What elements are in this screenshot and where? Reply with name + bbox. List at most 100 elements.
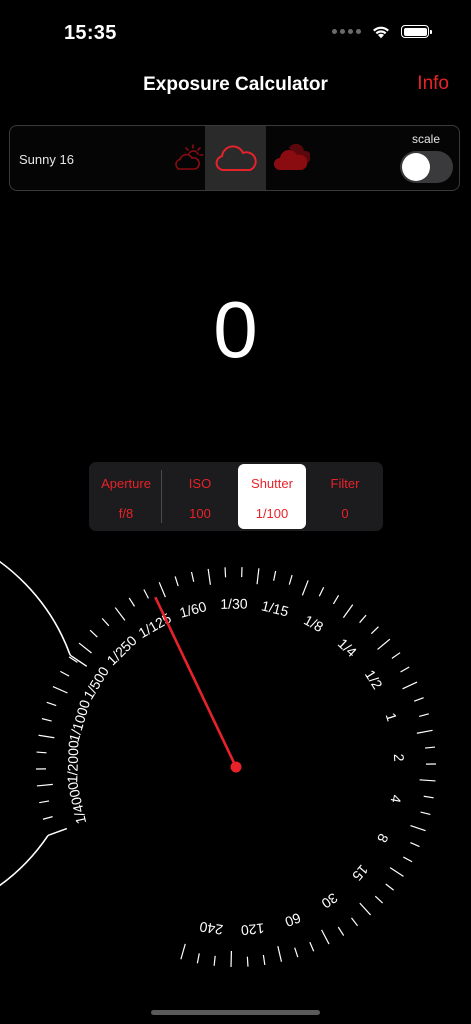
dial-tick	[89, 629, 98, 638]
dial-tick	[410, 825, 426, 832]
dial-label: 30	[319, 890, 341, 912]
dial-tick	[78, 642, 92, 654]
segment-filter[interactable]: Filter 0	[309, 464, 381, 529]
dial-label: 1/60	[178, 598, 209, 621]
dial-tick	[39, 800, 50, 804]
cloud-outline-icon	[215, 145, 257, 171]
dial-tick	[207, 568, 211, 585]
segment-shutter[interactable]: Shutter 1/100	[238, 464, 306, 529]
dial-tick	[158, 582, 166, 598]
dial-tick	[47, 829, 64, 836]
dial-tick	[391, 652, 401, 659]
dial-label: 4	[387, 794, 404, 805]
segment-iso[interactable]: ISO 100	[163, 464, 237, 529]
dial-tick	[321, 929, 330, 945]
segment-title: ISO	[188, 476, 212, 491]
dial-needle[interactable]	[154, 596, 238, 769]
dial-tick	[143, 589, 150, 599]
dial-rim	[0, 560, 71, 887]
dial-label: 1/500	[80, 664, 112, 702]
dial-tick	[420, 811, 431, 815]
dial-tick	[101, 617, 110, 627]
dial-tick	[385, 883, 394, 891]
dial-tick	[337, 926, 345, 936]
dial-tick	[246, 956, 249, 967]
dial-tick	[294, 947, 299, 958]
status-time: 15:35	[64, 22, 117, 44]
dial-tick	[42, 816, 53, 820]
dial-label: 8	[374, 831, 392, 845]
screen: 15:35 Exposure Calculator Info Sunny 16	[0, 0, 471, 1024]
dial-tick	[423, 795, 434, 799]
segment-title: Filter	[330, 476, 360, 491]
dial-tick	[318, 586, 325, 597]
segment-aperture[interactable]: Aperture f/8	[91, 464, 161, 529]
dial-tick	[41, 718, 52, 722]
mode-card: Sunny 16 scale	[9, 125, 460, 191]
dial-label: 1	[383, 711, 401, 724]
dial-tick	[419, 779, 436, 782]
segment-value: 1/100	[255, 506, 289, 521]
dial-tick	[60, 670, 70, 677]
sun-cloud-icon	[175, 144, 204, 170]
dial-label: 120	[240, 920, 265, 938]
dial-tick	[190, 571, 195, 582]
dial-tick	[370, 626, 379, 635]
scale-toggle[interactable]	[400, 151, 453, 183]
dial-label: 1/250	[104, 632, 140, 668]
dial-label: 1/1000	[66, 698, 94, 744]
dial-tick	[38, 734, 55, 739]
dial-tick	[332, 595, 340, 605]
dial-label: 15	[349, 862, 371, 884]
dial-tick	[342, 604, 354, 618]
dial-tick	[414, 697, 424, 702]
dial-label: 1/2000	[64, 740, 81, 784]
dial-label: 1/8	[301, 612, 326, 635]
dial-label: 2	[391, 753, 407, 762]
dial-label: 1/15	[260, 597, 290, 619]
dial-tick	[256, 568, 260, 585]
dial-tick	[128, 597, 136, 607]
dial-tick	[410, 841, 420, 848]
dial-tick	[288, 574, 293, 585]
page-title: Exposure Calculator	[143, 74, 328, 95]
dial-label: 60	[283, 910, 303, 931]
dial-tick	[351, 917, 359, 927]
home-indicator	[151, 1010, 320, 1015]
weather-cloud-button[interactable]	[205, 126, 266, 190]
battery-icon	[401, 25, 432, 38]
parameter-segmented-control: Aperture f/8 ISO 100 Shutter 1/100 Filte…	[89, 462, 383, 531]
signal-dots-icon	[332, 29, 361, 34]
dial-hub	[230, 761, 242, 773]
dial-tick	[213, 955, 216, 966]
dial-tick	[301, 580, 309, 596]
segment-title: Shutter	[251, 476, 293, 491]
dial-tick	[196, 953, 200, 964]
dial-label: 1/4000	[64, 780, 89, 826]
dial-tick	[374, 895, 384, 904]
dial-tick	[389, 867, 404, 877]
status-bar: 15:35	[0, 0, 471, 60]
dial-label: 1/30	[220, 596, 248, 612]
dial-tick	[377, 638, 391, 650]
dial-tick	[309, 941, 315, 952]
dial-label: 1/2	[362, 667, 386, 692]
heavy-cloud-icon	[274, 143, 310, 170]
dial-tick	[273, 570, 277, 581]
dial-label: 240	[198, 919, 224, 938]
dial-tick	[416, 729, 433, 734]
dial-tick	[36, 751, 47, 754]
weather-heavy-cloud-button[interactable]	[268, 126, 316, 190]
dial-tick	[359, 614, 367, 624]
segment-value: f/8	[118, 506, 134, 521]
dial-label: 1/4	[335, 635, 360, 660]
segment-divider	[161, 470, 162, 523]
info-button[interactable]: Info	[417, 73, 449, 95]
segment-value: 0	[341, 506, 349, 521]
shutter-dial[interactable]: 1/40001/20001/10001/5001/2501/1251/60 1/3…	[0, 560, 471, 980]
segment-title: Aperture	[101, 476, 151, 491]
status-icons	[332, 24, 432, 39]
dial-tick	[418, 713, 429, 718]
dial-tick	[114, 607, 126, 621]
dial-tick	[424, 746, 436, 749]
